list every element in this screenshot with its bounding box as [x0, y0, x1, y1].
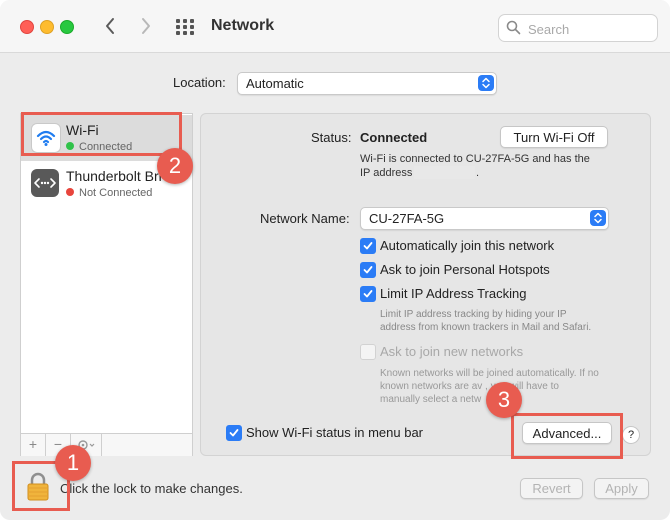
status-dot-icon [66, 188, 74, 196]
popup-arrows-icon [590, 210, 606, 226]
limit-ip-tracking-checkbox[interactable] [360, 286, 376, 302]
ask-new-networks-checkbox[interactable] [360, 344, 376, 360]
ask-new-description: Known networks will be joined automatica… [380, 368, 599, 379]
annotation-box-advanced [511, 413, 623, 459]
zoom-window-button[interactable] [60, 20, 74, 34]
personal-hotspots-checkbox[interactable] [360, 262, 376, 278]
chevron-right-icon [142, 18, 150, 34]
network-name-value: CU-27FA-5G [369, 211, 445, 226]
network-preferences-window: Network Location: Automatic Wi-Fi Connec… [0, 0, 670, 520]
location-popup[interactable]: Automatic [237, 72, 497, 95]
thunderbolt-bridge-icon [31, 169, 59, 197]
popup-arrows-icon [478, 75, 494, 91]
annotation-badge-2: 2 [157, 148, 193, 184]
minimize-window-button[interactable] [40, 20, 54, 34]
checkmark-icon [363, 290, 373, 298]
status-description-end: . [476, 167, 480, 179]
location-value: Automatic [246, 76, 304, 91]
annotation-badge-1: 1 [55, 445, 91, 481]
show-wifi-status-label: Show Wi-Fi status in menu bar [246, 425, 424, 440]
personal-hotspots-label: Ask to join Personal Hotspots [380, 262, 550, 277]
location-label: Location: [173, 75, 226, 90]
search-input[interactable] [526, 18, 654, 40]
revert-button[interactable]: Revert [520, 478, 583, 499]
search-field[interactable] [498, 14, 658, 42]
ask-new-networks-label: Ask to join new networks [380, 344, 524, 359]
redacted-ip-address [414, 166, 475, 179]
status-label: Status: [311, 130, 352, 145]
add-service-button[interactable]: + [21, 434, 46, 456]
service-list-toolbar: + − [21, 433, 192, 456]
annotation-box-wifi [21, 112, 182, 156]
window-title: Network [211, 17, 275, 34]
lock-message: Click the lock to make changes. [60, 481, 243, 496]
ask-new-description: manually select a netw [380, 394, 482, 405]
turn-wifi-off-button[interactable]: Turn Wi-Fi Off [500, 126, 608, 148]
auto-join-label: Automatically join this network [380, 238, 555, 253]
network-name-label: Network Name: [260, 211, 350, 226]
checkmark-icon [363, 242, 373, 250]
service-status: Not Connected [66, 187, 152, 199]
limit-ip-description: address from known trackers in Mail and … [380, 322, 592, 333]
checkmark-icon [229, 429, 239, 437]
status-description-line: IP address [360, 167, 413, 179]
status-value: Connected [360, 130, 428, 145]
help-button[interactable]: ? [622, 426, 640, 444]
forward-button[interactable] [132, 12, 160, 40]
show-all-grid-icon[interactable] [176, 19, 196, 35]
show-wifi-status-checkbox[interactable] [226, 425, 242, 441]
ask-new-description: known networks are av , you will have to [380, 381, 559, 392]
title-bar: Network [0, 0, 670, 53]
close-window-button[interactable] [20, 20, 34, 34]
chevron-left-icon [106, 18, 114, 34]
checkmark-icon [363, 266, 373, 274]
limit-ip-description: Limit IP address tracking by hiding your… [380, 309, 567, 320]
auto-join-checkbox[interactable] [360, 238, 376, 254]
limit-ip-tracking-label: Limit IP Address Tracking [380, 286, 527, 301]
service-name: Thunderbolt Bri [66, 168, 162, 184]
apply-button[interactable]: Apply [594, 478, 649, 499]
status-description-line: Wi-Fi is connected to CU-27FA-5G and has… [360, 153, 590, 165]
network-name-popup[interactable]: CU-27FA-5G [360, 207, 609, 230]
search-icon [506, 20, 521, 35]
annotation-badge-3: 3 [486, 382, 522, 418]
back-button[interactable] [96, 12, 124, 40]
